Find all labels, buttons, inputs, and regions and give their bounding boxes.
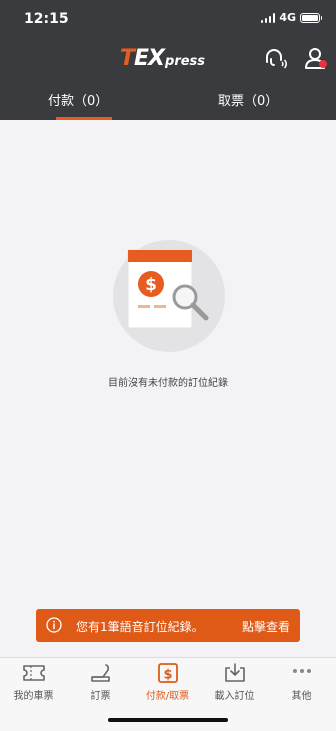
info-icon (46, 617, 62, 633)
payment-icon: $ (158, 663, 178, 683)
user-account-icon[interactable] (304, 46, 330, 72)
network-type: 4G (279, 11, 296, 24)
tab-bar: 付款（0） 取票（0） (0, 80, 336, 120)
tab-payment[interactable]: 付款（0） (0, 80, 168, 120)
battery-icon (300, 12, 322, 23)
empty-invoice-icon: $ (127, 249, 209, 329)
empty-message: 目前沒有未付款的訂位紀錄 (108, 378, 228, 389)
tab-pickup-label: 取票（0） (218, 94, 279, 109)
svg-text:$: $ (145, 275, 157, 295)
nav-label-payment-pickup: 付款/取票 (145, 691, 190, 702)
home-indicator (108, 718, 228, 722)
voice-assistant-icon[interactable] (262, 46, 288, 72)
seat-icon (91, 664, 110, 682)
svg-text:$: $ (163, 668, 172, 683)
status-time: 12:15 (24, 11, 69, 27)
texpress-logo: T EX press (120, 46, 206, 71)
tab-pickup[interactable]: 取票（0） (168, 80, 336, 120)
nav-load-booking[interactable]: 載入訂位 (201, 658, 268, 704)
nav-label-load-booking: 載入訂位 (214, 691, 255, 702)
more-icon (293, 669, 311, 673)
active-tab-indicator (56, 117, 112, 120)
download-icon (225, 663, 245, 682)
nav-more[interactable]: 其他 (268, 658, 335, 704)
nav-payment-pickup[interactable]: $ 付款/取票 (134, 658, 201, 704)
ticket-icon (23, 665, 45, 681)
nav-my-tickets[interactable]: 我的車票 (0, 658, 67, 704)
nav-label-more: 其他 (291, 691, 312, 702)
tab-payment-label: 付款（0） (48, 94, 109, 109)
banner-message: 您有1筆語音訂位紀錄。 (76, 620, 204, 634)
nav-label-booking: 訂票 (90, 691, 111, 702)
banner-view-link[interactable]: 點擊查看 (242, 618, 290, 635)
signal-icon (260, 12, 276, 23)
app-header: T EX press (0, 38, 336, 80)
nav-label-my-tickets: 我的車票 (13, 691, 54, 702)
status-bar: 12:15 4G (0, 0, 336, 38)
status-indicators: 4G (260, 11, 322, 24)
nav-booking[interactable]: 訂票 (67, 658, 134, 704)
voice-booking-banner[interactable]: 您有1筆語音訂位紀錄。 點擊查看 (36, 609, 300, 642)
